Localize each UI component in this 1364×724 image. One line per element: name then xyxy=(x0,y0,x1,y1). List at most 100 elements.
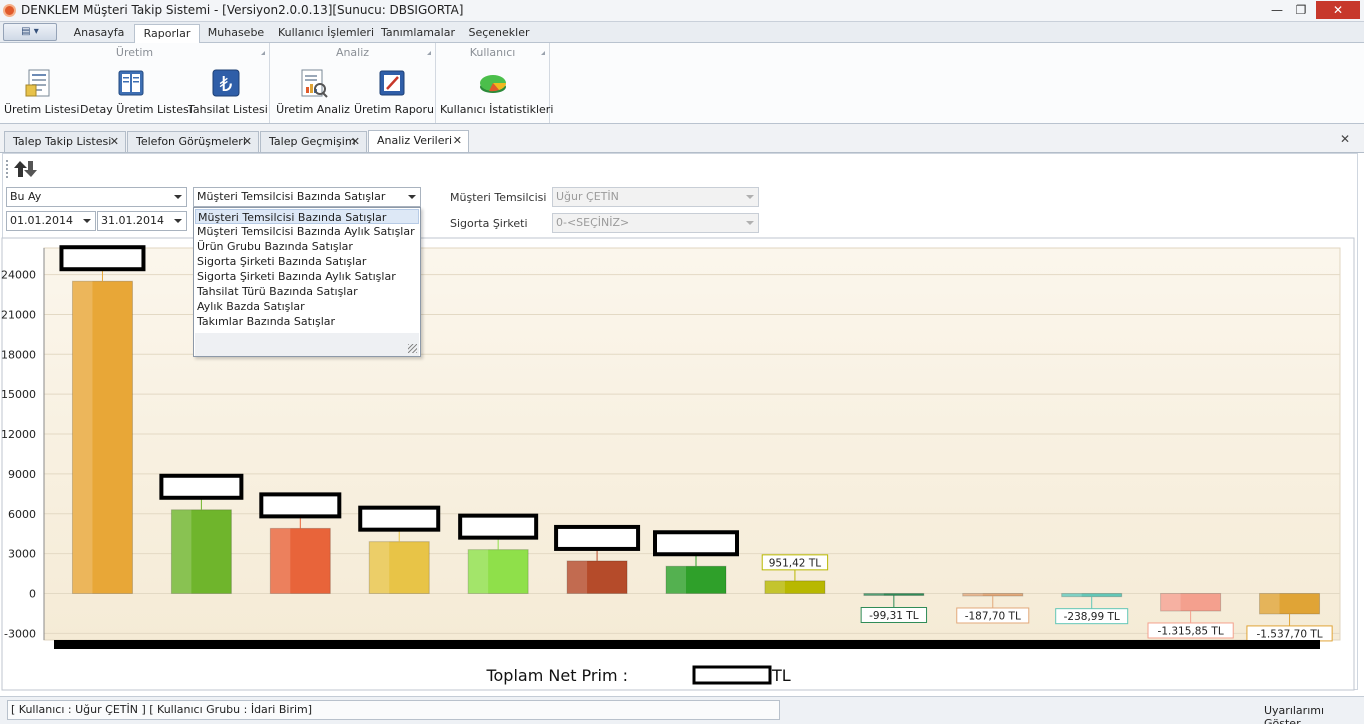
company-value: 0-<SEÇİNİZ> xyxy=(556,216,630,229)
tab-label: Analiz Verileri xyxy=(377,134,453,147)
pie-chart-icon xyxy=(480,75,506,93)
lira-icon: ₺ xyxy=(212,69,240,97)
tab-telefon-gorusmeleri[interactable]: Telefon Görüşmeleri ✕ xyxy=(127,131,259,152)
tab-talep-takip-listesi[interactable]: Talep Takip Listesi ✕ xyxy=(4,131,126,152)
ribbon-button-label: Üretim Listesi xyxy=(4,103,80,116)
dropdown-option[interactable]: Müşteri Temsilcisi Bazında Satışlar xyxy=(195,209,419,224)
group-launcher-icon[interactable] xyxy=(541,51,545,55)
status-bar: [ Kullanıcı : Uğur ÇETİN ] [ Kullanıcı G… xyxy=(0,696,1364,724)
tab-tanimlamalar[interactable]: Tanımlamalar xyxy=(380,24,456,43)
y-tick-label: 21000 xyxy=(1,308,36,321)
tab-label: Talep Takip Listesi xyxy=(13,135,112,148)
total-label: Toplam Net Prim : xyxy=(485,666,628,685)
bar-highlight xyxy=(1061,593,1082,597)
ribbon-button-label: Tahsilat Listesi xyxy=(188,103,268,116)
close-tab-icon[interactable]: ✕ xyxy=(110,132,119,151)
uretim-listesi-button[interactable]: Üretim Listesi xyxy=(4,65,80,121)
tab-analiz-verileri[interactable]: Analiz Verileri ✕ xyxy=(368,130,469,152)
uretim-analiz-button[interactable]: Üretim Analiz xyxy=(276,65,350,121)
close-document-icon[interactable]: ✕ xyxy=(1340,132,1350,146)
tab-secenekler[interactable]: Seçenekler xyxy=(462,24,536,43)
tahsilat-listesi-button[interactable]: ₺ Tahsilat Listesi xyxy=(188,65,268,121)
close-tab-icon[interactable]: ✕ xyxy=(351,132,360,151)
ribbon-group-title: Kullanıcı xyxy=(469,46,516,59)
bar-highlight xyxy=(962,593,983,596)
title-bar: DENKLEM Müşteri Takip Sistemi - [Versiyo… xyxy=(0,0,1364,22)
data-label-redaction xyxy=(159,473,244,500)
tab-label: Telefon Görüşmeleri xyxy=(136,135,246,148)
detail-document-icon xyxy=(118,70,144,96)
data-label: 951,42 TL xyxy=(769,557,821,569)
kullanici-istatistikleri-button[interactable]: Kullanıcı İstatistikleri xyxy=(440,65,554,121)
uretim-raporu-button[interactable]: Üretim Raporu xyxy=(354,65,435,121)
dropdown-option[interactable]: Takımlar Bazında Satışlar xyxy=(195,314,419,329)
app-menu-button[interactable]: ▤ ▾ xyxy=(3,23,57,41)
bar-highlight xyxy=(1259,593,1280,614)
bar-highlight xyxy=(863,593,884,596)
ribbon-group-uretim: Üretim Üretim Listesi Detay Üretim Liste… xyxy=(0,43,270,123)
y-tick-label: 15000 xyxy=(1,388,36,401)
y-tick-label: 0 xyxy=(29,587,36,600)
ribbon-tab-bar: ▤ ▾ Anasayfa Raporlar Muhasebe Kullanıcı… xyxy=(0,22,1364,43)
dropdown-option[interactable]: Müşteri Temsilcisi Bazında Aylık Satışla… xyxy=(195,224,419,239)
bar-highlight xyxy=(72,281,93,594)
user-info: [ Kullanıcı : Uğur ÇETİN ] [ Kullanıcı G… xyxy=(7,700,780,720)
period-select[interactable]: Bu Ay xyxy=(6,187,187,207)
tab-anasayfa[interactable]: Anasayfa xyxy=(64,24,134,43)
bar-highlight xyxy=(764,580,785,594)
tab-raporlar[interactable]: Raporlar xyxy=(134,24,200,43)
window-title: DENKLEM Müşteri Takip Sistemi - [Versiyo… xyxy=(21,3,464,17)
analysis-report-icon xyxy=(301,69,328,98)
data-label-redaction xyxy=(653,530,739,557)
tab-talep-gecmisim[interactable]: Talep Geçmişim ✕ xyxy=(260,131,367,152)
svg-text:₺: ₺ xyxy=(220,72,233,96)
tab-label: Talep Geçmişim xyxy=(269,135,356,148)
app-logo-icon xyxy=(3,4,16,17)
minimize-button[interactable]: — xyxy=(1266,1,1288,19)
dropdown-option[interactable]: Tahsilat Türü Bazında Satışlar xyxy=(195,284,419,299)
tab-muhasebe[interactable]: Muhasebe xyxy=(200,24,272,43)
y-tick-label: 24000 xyxy=(1,269,36,282)
ribbon-button-label: Kullanıcı İstatistikleri xyxy=(440,103,554,116)
chevron-down-icon xyxy=(746,195,754,199)
data-label: -238,99 TL xyxy=(1064,611,1120,623)
bar-highlight xyxy=(1160,593,1181,611)
document-list-icon xyxy=(25,69,50,97)
close-tab-icon[interactable]: ✕ xyxy=(243,132,252,151)
group-launcher-icon[interactable] xyxy=(261,51,265,55)
dropdown-option[interactable]: Sigorta Şirketi Bazında Aylık Satışlar xyxy=(195,269,419,284)
detay-uretim-listesi-button[interactable]: Detay Üretim Listesi xyxy=(80,65,192,121)
dropdown-option[interactable]: Ürün Grubu Bazında Satışlar xyxy=(195,239,419,254)
close-window-button[interactable]: ✕ xyxy=(1316,1,1360,19)
group-launcher-icon[interactable] xyxy=(427,51,431,55)
date-to-picker[interactable]: 31.01.2014 xyxy=(97,211,187,231)
bar-highlight xyxy=(567,560,588,594)
y-tick-label: 9000 xyxy=(8,468,36,481)
chevron-down-icon xyxy=(174,195,182,199)
chevron-down-icon xyxy=(83,219,91,223)
rep-value: Uğur ÇETİN xyxy=(556,190,619,203)
date-from-picker[interactable]: 01.01.2014 xyxy=(6,211,96,231)
resize-grip-icon[interactable] xyxy=(408,344,417,353)
data-label: -1.315,85 TL xyxy=(1158,625,1224,637)
dropdown-footer xyxy=(195,333,419,356)
ribbon-group-title: Analiz xyxy=(335,46,370,59)
report-type-dropdown[interactable]: Müşteri Temsilcisi Bazında Satışlar Müşt… xyxy=(193,207,421,357)
category-axis-redaction xyxy=(54,640,1320,649)
total-value-redaction xyxy=(692,665,772,685)
dropdown-option[interactable]: Aylık Bazda Satışlar xyxy=(195,299,419,314)
bar-highlight xyxy=(369,541,390,594)
report-type-select[interactable]: Müşteri Temsilcisi Bazında Satışlar xyxy=(193,187,421,207)
ribbon-button-label: Detay Üretim Listesi xyxy=(80,103,192,116)
y-tick-label: 6000 xyxy=(8,508,36,521)
tab-kullanici-islemleri[interactable]: Kullanıcı İşlemleri xyxy=(276,24,376,43)
dropdown-option[interactable]: Sigorta Şirketi Bazında Satışlar xyxy=(195,254,419,269)
maximize-button[interactable]: ❐ xyxy=(1290,1,1312,19)
show-warnings-link[interactable]: Uyarılarımı Göster xyxy=(1264,704,1364,724)
refresh-icon[interactable] xyxy=(11,156,41,182)
ribbon-button-label: Üretim Raporu xyxy=(354,103,435,116)
data-label-redaction xyxy=(59,245,146,272)
toolbar-grip[interactable] xyxy=(6,160,9,178)
close-tab-icon[interactable]: ✕ xyxy=(453,131,462,150)
company-select: 0-<SEÇİNİZ> xyxy=(552,213,759,233)
